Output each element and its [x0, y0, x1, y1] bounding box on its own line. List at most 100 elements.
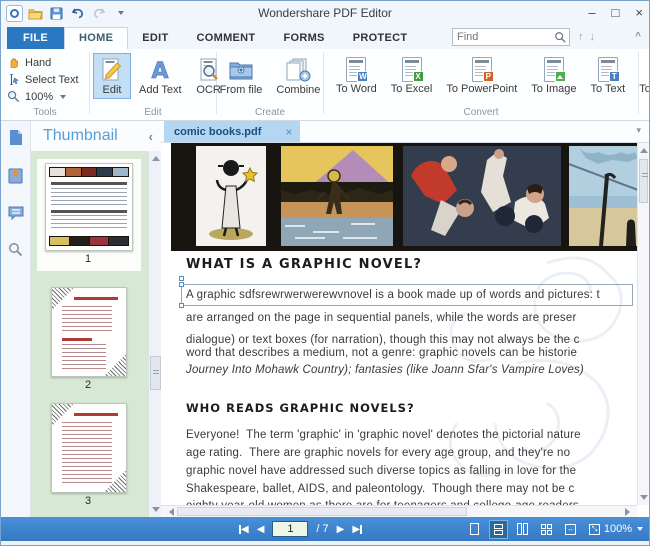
- add-text-label: Add Text: [139, 84, 182, 96]
- from-file-button[interactable]: From file: [214, 53, 269, 99]
- comic-panel-3: [403, 146, 561, 246]
- minimize-button[interactable]: –: [588, 1, 595, 25]
- svg-text:A: A: [152, 59, 169, 83]
- scrollbar-thumb[interactable]: [177, 507, 467, 516]
- close-button[interactable]: ×: [635, 1, 643, 25]
- combine-button[interactable]: Combine: [270, 53, 326, 99]
- vertical-scrollbar[interactable]: [637, 143, 649, 505]
- to-image-button[interactable]: To Image: [525, 53, 582, 98]
- scroll-right-icon[interactable]: [625, 508, 634, 516]
- tab-comment[interactable]: COMMENT: [183, 28, 270, 49]
- paragraph-line: A graphic sdfsrewrwerwerewvnovel is a bo…: [186, 289, 600, 301]
- zoom-level-control[interactable]: 100%: [7, 88, 89, 105]
- text-cursor-icon: [10, 74, 19, 85]
- first-page-button[interactable]: ◀: [239, 524, 249, 535]
- hide-tabbar-icon[interactable]: ▾: [636, 125, 641, 136]
- to-other-label: To Other: [639, 83, 650, 95]
- tab-edit[interactable]: EDIT: [128, 28, 182, 49]
- tab-home[interactable]: HOME: [64, 27, 129, 49]
- tab-file[interactable]: FILE: [7, 27, 65, 49]
- combine-label: Combine: [276, 84, 321, 96]
- page-number-input[interactable]: [272, 521, 309, 537]
- pdf-canvas[interactable]: WHAT IS A GRAPHIC NOVEL? A graphic sdfsr…: [161, 143, 649, 517]
- thumbnail-scrollbar[interactable]: [148, 151, 161, 517]
- zoom-dropdown-icon[interactable]: [60, 94, 67, 99]
- edit-pencil-icon: [102, 58, 122, 81]
- tab-forms[interactable]: FORMS: [269, 28, 338, 49]
- document-tab[interactable]: comic books.pdf ×: [164, 121, 301, 142]
- single-page-view-icon[interactable]: [466, 521, 483, 538]
- comment-panel-icon[interactable]: [8, 206, 24, 220]
- to-other-button[interactable]: To Other: [633, 53, 650, 98]
- undo-icon[interactable]: [69, 5, 86, 22]
- to-excel-button[interactable]: X To Excel: [385, 53, 439, 98]
- document-heading-1: WHAT IS A GRAPHIC NOVEL?: [186, 257, 423, 272]
- to-word-button[interactable]: W To Word: [330, 53, 383, 98]
- thumbnail-panel-icon[interactable]: [8, 129, 23, 146]
- tab-protect[interactable]: PROTECT: [339, 28, 422, 49]
- previous-page-button[interactable]: ◀: [257, 524, 265, 535]
- page-thumbnail-3[interactable]: [51, 403, 127, 493]
- paragraph-line: word that describes a medium, not a genr…: [186, 347, 578, 359]
- page-navigation: ◀ ◀ / 7 ▶ ▶: [239, 521, 363, 537]
- next-page-button[interactable]: ▶: [337, 524, 345, 535]
- maximize-button[interactable]: □: [612, 1, 620, 25]
- close-tab-icon[interactable]: ×: [285, 125, 292, 139]
- to-excel-label: To Excel: [390, 83, 433, 95]
- scroll-left-icon[interactable]: [165, 508, 174, 516]
- zoom-control[interactable]: 100%: [604, 523, 643, 535]
- open-file-icon[interactable]: [27, 5, 44, 22]
- save-icon[interactable]: [48, 5, 65, 22]
- to-text-label: To Text: [590, 83, 626, 95]
- redo-icon[interactable]: [90, 5, 107, 22]
- continuous-view-icon[interactable]: [489, 519, 508, 539]
- paragraph-line: Journey Into Mohawk Country); fantasies …: [186, 364, 584, 376]
- find-next-icon[interactable]: ↓: [590, 31, 596, 43]
- find-input[interactable]: [453, 31, 554, 43]
- title-bar: Wondershare PDF Editor – □ ×: [1, 1, 649, 25]
- selection-handle[interactable]: [179, 303, 184, 308]
- scroll-up-icon[interactable]: [640, 148, 648, 153]
- customize-quick-access-icon[interactable]: [111, 5, 128, 22]
- scroll-down-icon[interactable]: [640, 495, 648, 500]
- comic-panel-2: [281, 146, 393, 246]
- thumbnail-list: 1 2 3: [31, 151, 161, 517]
- from-file-label: From file: [219, 84, 263, 96]
- scroll-up-icon[interactable]: [152, 156, 160, 161]
- search-panel-icon[interactable]: [8, 242, 23, 257]
- fit-width-icon[interactable]: ↔: [562, 521, 579, 538]
- scroll-down-icon[interactable]: [152, 507, 160, 512]
- bookmark-panel-icon[interactable]: [8, 168, 23, 184]
- collapse-ribbon-icon[interactable]: ^: [635, 31, 641, 42]
- to-powerpoint-button[interactable]: P To PowerPoint: [440, 53, 523, 98]
- zoom-level-value: 100%: [25, 90, 54, 103]
- hand-tool-label: Hand: [25, 56, 52, 69]
- hand-tool-button[interactable]: Hand: [7, 54, 89, 71]
- find-previous-icon[interactable]: ↑: [578, 31, 584, 43]
- zoom-dropdown-icon[interactable]: [637, 527, 643, 531]
- selection-handle[interactable]: [179, 276, 184, 281]
- fit-page-icon[interactable]: ⤡: [586, 521, 603, 538]
- thumbnail-panel-title: Thumbnail: [43, 127, 118, 144]
- horizontal-scrollbar[interactable]: [161, 505, 637, 517]
- select-text-button[interactable]: Select Text: [7, 71, 89, 88]
- hand-icon: [10, 58, 18, 68]
- paragraph-line: Shakespeare, ballet, AIDS, and paleontol…: [186, 483, 575, 495]
- last-page-button[interactable]: ▶: [352, 524, 363, 535]
- group-label-tools: Tools: [33, 107, 57, 118]
- scrollbar-thumb[interactable]: [150, 356, 161, 390]
- collapse-panel-icon[interactable]: ‹: [149, 129, 153, 144]
- edit-button[interactable]: Edit: [93, 53, 131, 99]
- selection-handle[interactable]: [179, 282, 184, 287]
- paragraph-line: dialogue) or text boxes (for narration),…: [186, 334, 580, 346]
- page-thumbnail-1[interactable]: [45, 163, 133, 251]
- group-edit: Edit A Add Text OCR Edit: [90, 49, 221, 120]
- group-create: From file Combine Create: [217, 49, 323, 120]
- scrollbar-thumb[interactable]: [639, 159, 648, 203]
- facing-view-icon[interactable]: [514, 521, 531, 538]
- quad-view-icon[interactable]: [538, 521, 555, 538]
- add-text-button[interactable]: A Add Text: [133, 53, 188, 99]
- to-text-button[interactable]: T To Text: [585, 53, 632, 98]
- page-thumbnail-2[interactable]: [51, 287, 127, 377]
- group-label-convert: Convert: [463, 107, 499, 118]
